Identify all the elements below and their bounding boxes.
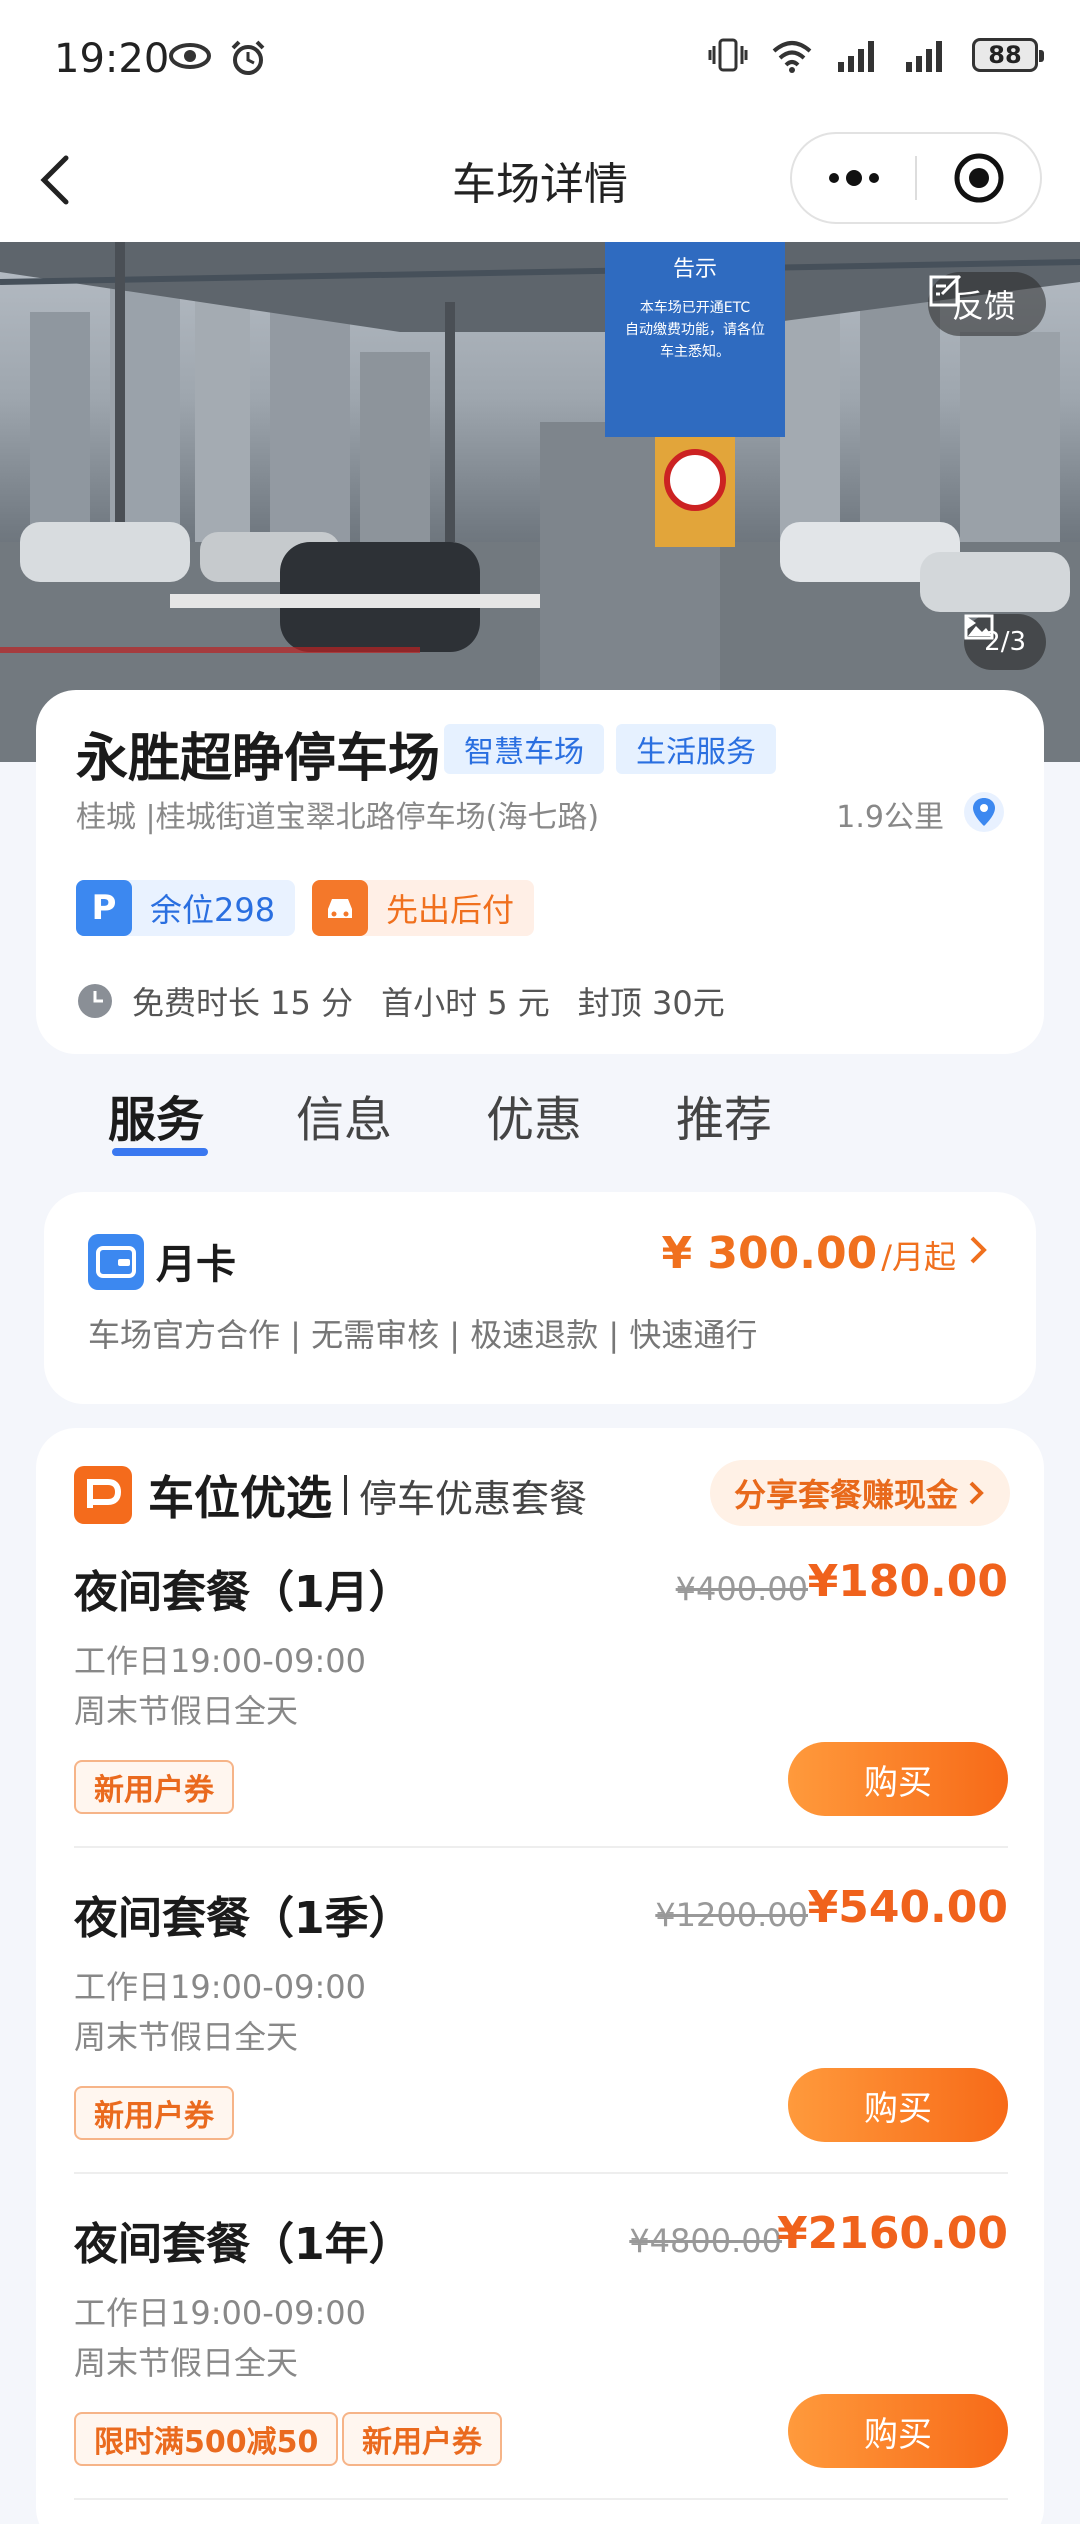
- nav-bar: 车场详情: [0, 120, 1080, 242]
- item-divider: [74, 2498, 1008, 2500]
- package-hours: 工作日19:00-09:00: [74, 2294, 366, 2332]
- coupon-badge: 新用户券: [74, 2086, 234, 2140]
- vibrate-icon: [708, 38, 748, 72]
- sign-title: 告示: [673, 257, 717, 282]
- package-price: ¥180.00: [807, 1556, 1008, 1607]
- close-mini-program-button[interactable]: [917, 134, 1040, 222]
- clock-icon: [78, 984, 112, 1018]
- lot-info-card: 永胜超睁停车场 智慧车场 生活服务 桂城 |桂城街道宝翠北路停车场(海七路) 1…: [36, 690, 1044, 1054]
- tag-life-service: 生活服务: [616, 724, 776, 774]
- package-price: ¥540.00: [807, 1882, 1008, 1933]
- share-earn-label: 分享套餐赚现金: [733, 1476, 958, 1514]
- monthly-card[interactable]: 月卡 ¥ 300.00 /月起 车场官方合作 | 无需审核 | 极速退款 | 快…: [44, 1192, 1036, 1404]
- coupon-badge-discount: 限时满500减50: [74, 2412, 339, 2466]
- photo-counter[interactable]: 2/3: [964, 614, 1046, 670]
- battery-icon: 88: [972, 38, 1044, 72]
- lot-distance: 1.9公里: [836, 800, 944, 835]
- monthly-price-unit: /月起: [881, 1238, 956, 1276]
- package-weekend: 周末节假日全天: [74, 1692, 299, 1730]
- feedback-button[interactable]: 反馈: [927, 272, 1046, 336]
- edit-note-icon: [929, 274, 962, 307]
- lot-address: 桂城 |桂城街道宝翠北路停车场(海七路): [76, 800, 600, 835]
- package-hours: 工作日19:00-09:00: [74, 1642, 366, 1680]
- package-name: 夜间套餐（1月）: [74, 1567, 413, 1618]
- package-weekend: 周末节假日全天: [74, 2344, 299, 2382]
- buy-button[interactable]: 购买: [788, 2394, 1008, 2468]
- parking-scene-illustration: 告示 本车场已开通ETC 自动缴费功能，请各位 车主悉知。: [0, 242, 1080, 762]
- item-divider: [74, 2172, 1008, 2174]
- sign-text-2: 自动缴费功能，请各位: [625, 322, 765, 338]
- package-old-price: ¥1200.00: [655, 1896, 808, 1934]
- package-old-price: ¥400.00: [675, 1570, 808, 1608]
- buy-button[interactable]: 购买: [788, 1742, 1008, 1816]
- buy-button[interactable]: 购买: [788, 2068, 1008, 2142]
- location-pin-icon[interactable]: [962, 790, 1006, 834]
- package-price: ¥2160.00: [776, 2208, 1008, 2259]
- spaces-badge: P 余位298: [76, 880, 296, 936]
- signal-icon: [838, 41, 874, 72]
- chevron-right-icon: [970, 1236, 987, 1264]
- share-earn-button[interactable]: 分享套餐赚现金: [709, 1460, 1010, 1526]
- cap-price-text: 封顶 30元: [577, 984, 725, 1022]
- package-hours: 工作日19:00-09:00: [74, 1968, 366, 2006]
- wifi-icon: [772, 41, 812, 73]
- packages-logo-icon: [74, 1466, 132, 1524]
- packages-subtitle: 停车优惠套餐: [359, 1476, 588, 1521]
- package-item-monthly: 夜间套餐（1月） ¥400.00 ¥180.00 工作日19:00-09:00 …: [74, 1556, 1008, 1882]
- target-icon: [954, 153, 1003, 203]
- tab-recommend[interactable]: 推荐: [676, 1080, 772, 1150]
- package-old-price: ¥4800.00: [629, 2222, 782, 2260]
- signal-icon-2: [906, 41, 942, 72]
- free-time-text: 免费时长 15 分: [132, 984, 354, 1022]
- first-hour-text: 首小时 5 元: [381, 984, 550, 1022]
- packages-divider: [344, 1475, 347, 1515]
- package-name: 夜间套餐（1季）: [74, 1893, 413, 1944]
- more-button[interactable]: [792, 134, 915, 222]
- coupon-badge: 新用户券: [342, 2412, 502, 2466]
- monthly-price: ¥ 300.00 /月起: [661, 1228, 990, 1279]
- detail-tabs: 服务 信息 优惠 推荐: [0, 1080, 1080, 1190]
- monthly-title: 月卡: [156, 1242, 236, 1288]
- tag-smart-lot: 智慧车场: [444, 724, 604, 774]
- card-icon: [88, 1234, 144, 1290]
- active-tab-indicator: [112, 1148, 208, 1156]
- more-dots-icon: [828, 170, 879, 186]
- lot-name: 永胜超睁停车场: [76, 729, 441, 789]
- fee-row: 免费时长 15 分 首小时 5 元 封顶 30元: [76, 978, 753, 1024]
- coupon-badge: 新用户券: [74, 1760, 234, 1814]
- chevron-right-icon: [969, 1481, 984, 1505]
- tab-service[interactable]: 服务: [108, 1080, 204, 1150]
- parking-lot-photo[interactable]: 告示 本车场已开通ETC 自动缴费功能，请各位 车主悉知。 反馈 2/3: [0, 242, 1080, 762]
- pay-later-label: 先出后付: [386, 891, 515, 929]
- tab-discount[interactable]: 优惠: [486, 1080, 582, 1150]
- tab-info[interactable]: 信息: [296, 1080, 392, 1150]
- play-arrow-icon: [966, 616, 977, 630]
- packages-card: 车位优选 停车优惠套餐 分享套餐赚现金 夜间套餐（1月） ¥400.00 ¥18…: [36, 1428, 1044, 2524]
- monthly-price-value: ¥ 300.00: [661, 1228, 878, 1279]
- parking-p-icon: P: [76, 880, 132, 936]
- pay-later-badge: 先出后付: [312, 880, 535, 936]
- mini-program-capsule: [790, 132, 1042, 224]
- eye-icon: [169, 43, 211, 69]
- package-item-yearly: 夜间套餐（1年） ¥4800.00 ¥2160.00 工作日19:00-09:0…: [74, 2208, 1008, 2524]
- spaces-label: 余位298: [150, 891, 276, 929]
- status-time: 19:20: [54, 36, 170, 82]
- package-item-quarterly: 夜间套餐（1季） ¥1200.00 ¥540.00 工作日19:00-09:00…: [74, 1882, 1008, 2208]
- monthly-desc: 车场官方合作 | 无需审核 | 极速退款 | 快速通行: [88, 1316, 758, 1354]
- sign-text-1: 本车场已开通ETC: [640, 299, 751, 316]
- status-bar: 19:20 88: [0, 0, 1080, 120]
- car-icon: [312, 880, 368, 936]
- package-name: 夜间套餐（1年）: [74, 2219, 413, 2270]
- package-weekend: 周末节假日全天: [74, 2018, 299, 2056]
- alarm-icon: [231, 40, 265, 75]
- sign-text-3: 车主悉知。: [660, 343, 730, 360]
- packages-title: 车位优选: [148, 1471, 332, 1525]
- packages-header: 车位优选 停车优惠套餐: [74, 1462, 587, 1528]
- item-divider: [74, 1846, 1008, 1848]
